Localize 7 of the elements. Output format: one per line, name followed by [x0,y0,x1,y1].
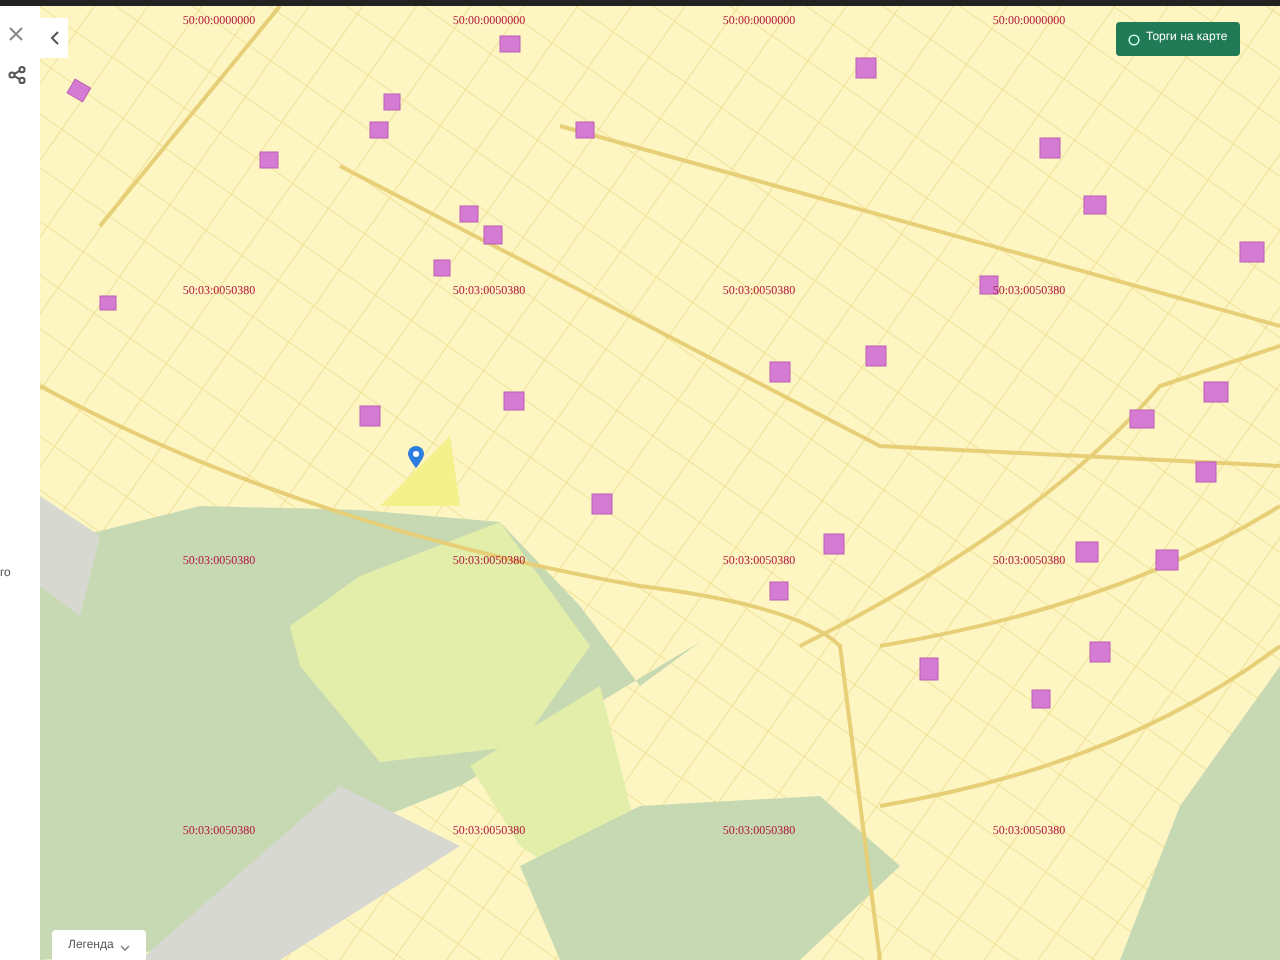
share-icon[interactable] [8,66,26,84]
collapse-panel-button[interactable] [40,18,68,58]
close-icon[interactable] [8,26,24,42]
chevron-left-icon [49,30,59,46]
circle-icon [1128,33,1140,45]
location-pin-icon[interactable] [408,446,424,468]
caret-icon [119,943,130,951]
